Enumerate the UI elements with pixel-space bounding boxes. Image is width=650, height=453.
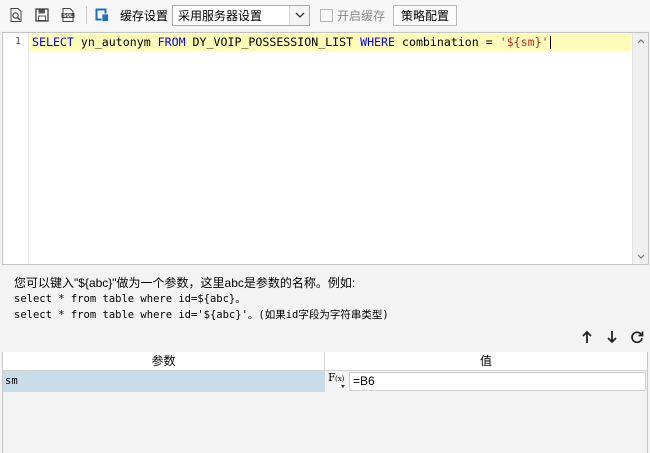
sql-editor[interactable]: 1 SELECT yn_autonym FROM DY_VOIP_POSSESS… xyxy=(2,32,649,265)
scroll-down-icon[interactable] xyxy=(633,248,648,264)
cache-settings-label: 缓存设置 xyxy=(120,8,169,23)
cache-icon xyxy=(92,5,112,25)
line-number-gutter: 1 xyxy=(3,33,29,264)
header-value[interactable]: 值 xyxy=(325,352,647,370)
scroll-up-icon[interactable] xyxy=(633,33,648,49)
sql-keyword-where: WHERE xyxy=(360,35,395,49)
refresh-icon[interactable] xyxy=(628,328,646,346)
header-param[interactable]: 参数 xyxy=(3,352,325,370)
enable-cache-label: 开启缓存 xyxy=(337,8,386,23)
cache-settings-select[interactable]: 采用服务器设置 xyxy=(172,4,311,26)
param-table: 参数 值 sm F (x) =B6 xyxy=(2,352,648,453)
parameter-help: 您可以键入"${abc}"做为一个参数，这里abc是参数的名称。例如: sele… xyxy=(14,275,634,323)
sql-icon[interactable]: SQL xyxy=(58,5,78,25)
line-number: 1 xyxy=(14,36,21,47)
arrow-down-icon[interactable] xyxy=(603,328,621,346)
param-value-input[interactable]: =B6 xyxy=(349,372,646,391)
text-caret xyxy=(549,36,551,49)
svg-text:SQL: SQL xyxy=(63,13,73,19)
toolbar: SQL 缓存设置 采用服务器设置 开启缓存 策略配置 xyxy=(0,0,650,30)
sql-column: yn_autonym xyxy=(73,35,158,49)
toolbar-separator xyxy=(86,6,87,24)
vertical-scrollbar[interactable] xyxy=(632,33,648,264)
sql-keyword-from: FROM xyxy=(157,35,186,49)
enable-cache-checkbox[interactable]: 开启缓存 xyxy=(320,7,385,24)
code-line[interactable]: SELECT yn_autonym FROM DY_VOIP_POSSESSIO… xyxy=(30,34,631,51)
table-header: 参数 值 xyxy=(3,352,647,371)
sql-condition: combination = xyxy=(395,35,500,49)
arrow-up-icon[interactable] xyxy=(578,328,596,346)
param-value-cell: F (x) =B6 xyxy=(325,371,647,392)
checkbox-box[interactable] xyxy=(320,8,334,22)
param-toolbar xyxy=(571,328,646,346)
cache-select-value: 采用服务器设置 xyxy=(178,8,263,23)
chevron-down-icon[interactable] xyxy=(289,5,310,25)
sql-table: DY_VOIP_POSSESSION_LIST xyxy=(185,35,361,49)
save-icon[interactable] xyxy=(32,5,52,25)
help-line-3: select * from table where id='${abc}'。(如… xyxy=(14,309,389,321)
preview-icon[interactable] xyxy=(6,5,26,25)
sql-param-string: '${sm}' xyxy=(499,35,549,49)
formula-icon[interactable]: F (x) xyxy=(327,372,347,391)
param-name-cell[interactable]: sm xyxy=(3,371,325,392)
help-line-2: select * from table where id=${abc}。 xyxy=(14,293,246,305)
sql-keyword-select: SELECT xyxy=(32,35,74,49)
table-row[interactable]: sm F (x) =B6 xyxy=(3,371,647,392)
strategy-config-button[interactable]: 策略配置 xyxy=(393,4,458,26)
help-line-1: 您可以键入"${abc}"做为一个参数，这里abc是参数的名称。例如: xyxy=(14,276,356,290)
